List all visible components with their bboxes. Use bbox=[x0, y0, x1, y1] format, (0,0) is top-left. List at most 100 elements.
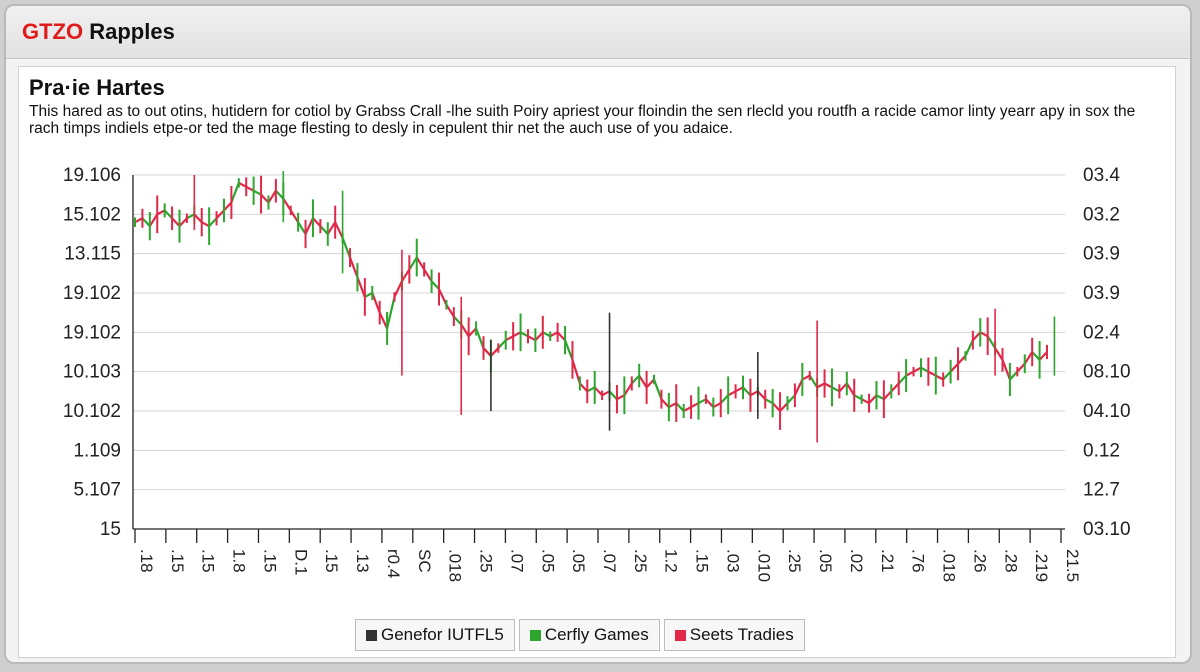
series-segment bbox=[289, 209, 300, 223]
y-left-tick-label: 19.102 bbox=[63, 322, 121, 343]
y-left-tick-label: 19.106 bbox=[63, 165, 121, 186]
x-tick-label: .15 bbox=[199, 549, 218, 573]
series-segment bbox=[764, 398, 774, 405]
chart-svg: 19.106 15.102 13.115 19.102 19.102 10.103 10.1… bbox=[63, 165, 1131, 582]
x-tick-label: .02 bbox=[847, 549, 866, 573]
series-segment bbox=[875, 394, 885, 401]
series-segment bbox=[786, 394, 796, 404]
series-segment bbox=[141, 217, 151, 227]
series-segment bbox=[393, 280, 403, 298]
y-right-tick-label: 02.4 bbox=[1083, 322, 1120, 343]
x-tick-label: .18 bbox=[137, 549, 156, 573]
series-segment bbox=[549, 331, 559, 338]
series-segment bbox=[712, 402, 722, 409]
series-segment bbox=[475, 328, 485, 349]
series-segment bbox=[156, 209, 166, 216]
series-segment bbox=[645, 378, 655, 389]
series-segment bbox=[482, 347, 492, 357]
series-segment bbox=[1031, 351, 1041, 361]
series-segment bbox=[445, 304, 455, 318]
x-axis-ticks: .18 .15 .15 1.8 .15 D.1 .15 .13 r0.4 SC .018 .25 .07… bbox=[134, 529, 1082, 582]
legend-label-cerfly-games: Cerfly Games bbox=[544, 625, 649, 644]
x-tick-label: .25 bbox=[477, 549, 496, 573]
x-tick-label: 1.2 bbox=[662, 549, 681, 573]
x-tick-label: 1.8 bbox=[230, 549, 249, 573]
y-right-tick-label: 03.4 bbox=[1083, 165, 1120, 186]
series-segment bbox=[1023, 351, 1034, 365]
y-right-tick-label: 03.2 bbox=[1083, 204, 1120, 225]
series-segment bbox=[1009, 370, 1019, 381]
x-tick-label: .05 bbox=[816, 549, 835, 573]
x-tick-label: r0.4 bbox=[384, 549, 403, 578]
series-segment bbox=[148, 213, 159, 227]
y-axis-right-labels: 03.4 03.2 03.9 03.9 02.4 08.10 04.10 0.12 12.7 03… bbox=[1083, 165, 1131, 540]
x-tick-label: .219 bbox=[1032, 549, 1051, 582]
series-segment bbox=[890, 382, 900, 393]
x-tick-label: .15 bbox=[168, 549, 187, 573]
series-segment bbox=[378, 312, 389, 329]
series-segment bbox=[942, 370, 952, 381]
series-segment bbox=[913, 366, 922, 373]
series-segment bbox=[801, 374, 811, 381]
x-tick-label: .15 bbox=[693, 549, 712, 573]
x-tick-label: .13 bbox=[353, 549, 372, 573]
series-segment bbox=[957, 355, 967, 365]
series-segment bbox=[994, 347, 1004, 361]
series-segment bbox=[171, 217, 181, 227]
x-tick-label: .03 bbox=[723, 549, 742, 573]
y-left-tick-label: 1.109 bbox=[73, 440, 121, 461]
legend-item-cerfly-games[interactable]: Cerfly Games bbox=[518, 619, 660, 651]
series-segment bbox=[853, 394, 863, 401]
series-segment bbox=[808, 375, 819, 388]
series-segment bbox=[423, 268, 433, 282]
series-segment bbox=[838, 382, 848, 393]
x-tick-label: .05 bbox=[569, 549, 588, 573]
series-segment bbox=[512, 331, 522, 338]
y-right-tick-label: 03.9 bbox=[1083, 283, 1120, 304]
title-bar: GTZO Rapples bbox=[6, 6, 1190, 59]
legend-swatch-cerfly-games bbox=[529, 629, 541, 641]
series-segment bbox=[920, 366, 929, 373]
series-segment bbox=[341, 237, 352, 258]
series-segment bbox=[979, 331, 989, 338]
series-segment bbox=[520, 331, 529, 338]
series-segment bbox=[831, 386, 840, 393]
series-segment bbox=[267, 190, 277, 204]
series-segment bbox=[935, 374, 944, 381]
series-segment bbox=[453, 315, 463, 326]
series-segment bbox=[868, 394, 878, 404]
series-segment bbox=[742, 386, 752, 397]
x-tick-label: .010 bbox=[754, 549, 773, 582]
series-segment bbox=[824, 382, 833, 389]
series-segment bbox=[201, 221, 210, 228]
series-segment bbox=[1001, 359, 1011, 380]
series-segment bbox=[897, 374, 907, 385]
series-segment bbox=[178, 217, 188, 227]
series-segment bbox=[193, 213, 203, 223]
series-segment bbox=[238, 181, 247, 188]
series-segment bbox=[430, 280, 440, 290]
series-segment bbox=[534, 331, 544, 341]
series-segment bbox=[690, 402, 700, 409]
series-segment bbox=[400, 268, 411, 282]
series-segment bbox=[505, 335, 514, 342]
series-segment bbox=[326, 221, 337, 235]
y-left-tick-label: 10.102 bbox=[63, 401, 121, 422]
y-right-tick-label: 12.7 bbox=[1083, 480, 1120, 501]
series-segment bbox=[438, 288, 448, 306]
series-segment bbox=[986, 335, 997, 349]
x-tick-label: .28 bbox=[1001, 549, 1020, 573]
series-segment bbox=[705, 398, 715, 408]
y-right-tick-label: 08.10 bbox=[1083, 362, 1131, 383]
legend-item-seets-tradies[interactable]: Seets Tradies bbox=[663, 619, 805, 651]
series-segment bbox=[905, 370, 915, 377]
y-right-tick-label: 03.10 bbox=[1083, 519, 1131, 540]
y-left-tick-label: 15.102 bbox=[63, 204, 121, 225]
legend-item-genefor[interactable]: Genefor IUTFL5 bbox=[355, 619, 515, 651]
series-segment bbox=[593, 386, 603, 397]
app-title-brand: GTZO bbox=[22, 19, 84, 44]
series-segment bbox=[245, 185, 255, 192]
series-segment bbox=[304, 217, 314, 235]
x-tick-label: SC bbox=[415, 549, 434, 573]
x-tick-label: .15 bbox=[260, 549, 279, 573]
